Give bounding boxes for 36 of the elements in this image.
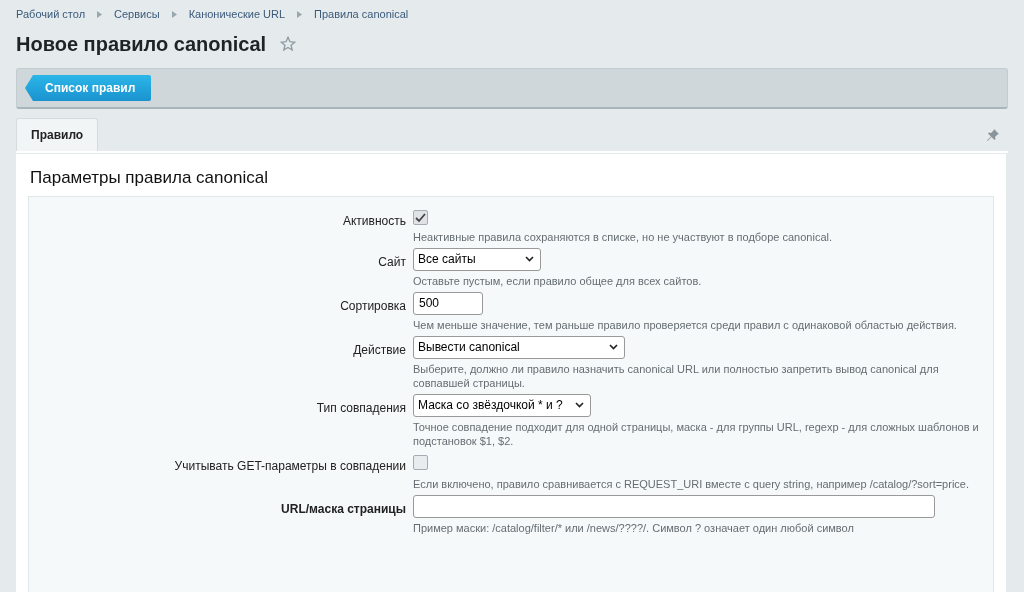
- field-hint: Пример маски: /catalog/filter/* или /news/????/. Символ ? означает один любой символ: [413, 520, 855, 535]
- checkbox[interactable]: [413, 210, 428, 225]
- field-label: Действие: [353, 342, 406, 357]
- breadcrumb-link[interactable]: Правила canonical: [314, 8, 409, 20]
- input-field[interactable]: [413, 494, 935, 518]
- field-label: Активность: [343, 214, 406, 228]
- pin-icon[interactable]: [986, 127, 1000, 142]
- field-label: Тип совпадения: [316, 400, 406, 415]
- input-field[interactable]: 500: [413, 291, 483, 315]
- chevron-icon: [171, 10, 177, 18]
- star-icon[interactable]: [280, 36, 297, 52]
- tab[interactable]: Правило: [16, 118, 99, 151]
- field-hint: Оставьте пустым, если правило общее для всех сайтов.: [413, 273, 703, 288]
- field-label: Сайт: [378, 254, 406, 269]
- page-title: Новое правило canonical: [16, 32, 267, 56]
- dropdown[interactable]: Маска со звёздочкой * и ?: [413, 393, 591, 417]
- chevron-down-icon: [609, 344, 618, 350]
- breadcrumb-link[interactable]: Сервисы: [114, 8, 160, 20]
- chevron-down-icon: [575, 402, 584, 408]
- chevron-icon: [97, 10, 103, 18]
- field-hint: Точное совпадение подходит для одной страницы, маска - для группы URL, regexp - для сложных шаблонов и подстановок $1, $2.: [413, 419, 980, 448]
- field-hint: Выберите, должно ли правило назначить canonical URL или полностью запретить вывод canonical для совпавшей страницы.: [413, 361, 940, 390]
- section-title: Параметры правила canonical: [30, 168, 269, 188]
- field-hint: Если включено, правило сравнивается с REQUEST_URI вместе с query string, например /catalog/?sort=price.: [413, 476, 970, 491]
- field-label: Учитывать GET-параметры в совпадении: [174, 458, 406, 473]
- field-hint: Чем меньше значение, тем раньше правило проверяется среди правил с одинаковой областью действия.: [413, 317, 958, 332]
- chevron-down-icon: [525, 256, 534, 262]
- field-hint: Неактивные правила сохраняются в списке, но не участвуют в подборе canonical.: [413, 229, 834, 244]
- dropdown[interactable]: Все сайты: [413, 247, 541, 271]
- dropdown[interactable]: Вывести canonical: [413, 335, 625, 359]
- breadcrumb-link[interactable]: Канонические URL: [188, 8, 286, 20]
- field-label: URL/маска страницы: [281, 501, 406, 516]
- breadcrumb-link[interactable]: Рабочий стол: [16, 8, 86, 20]
- field-label: Сортировка: [340, 298, 406, 313]
- checkbox[interactable]: [413, 454, 428, 470]
- chevron-icon: [297, 10, 303, 18]
